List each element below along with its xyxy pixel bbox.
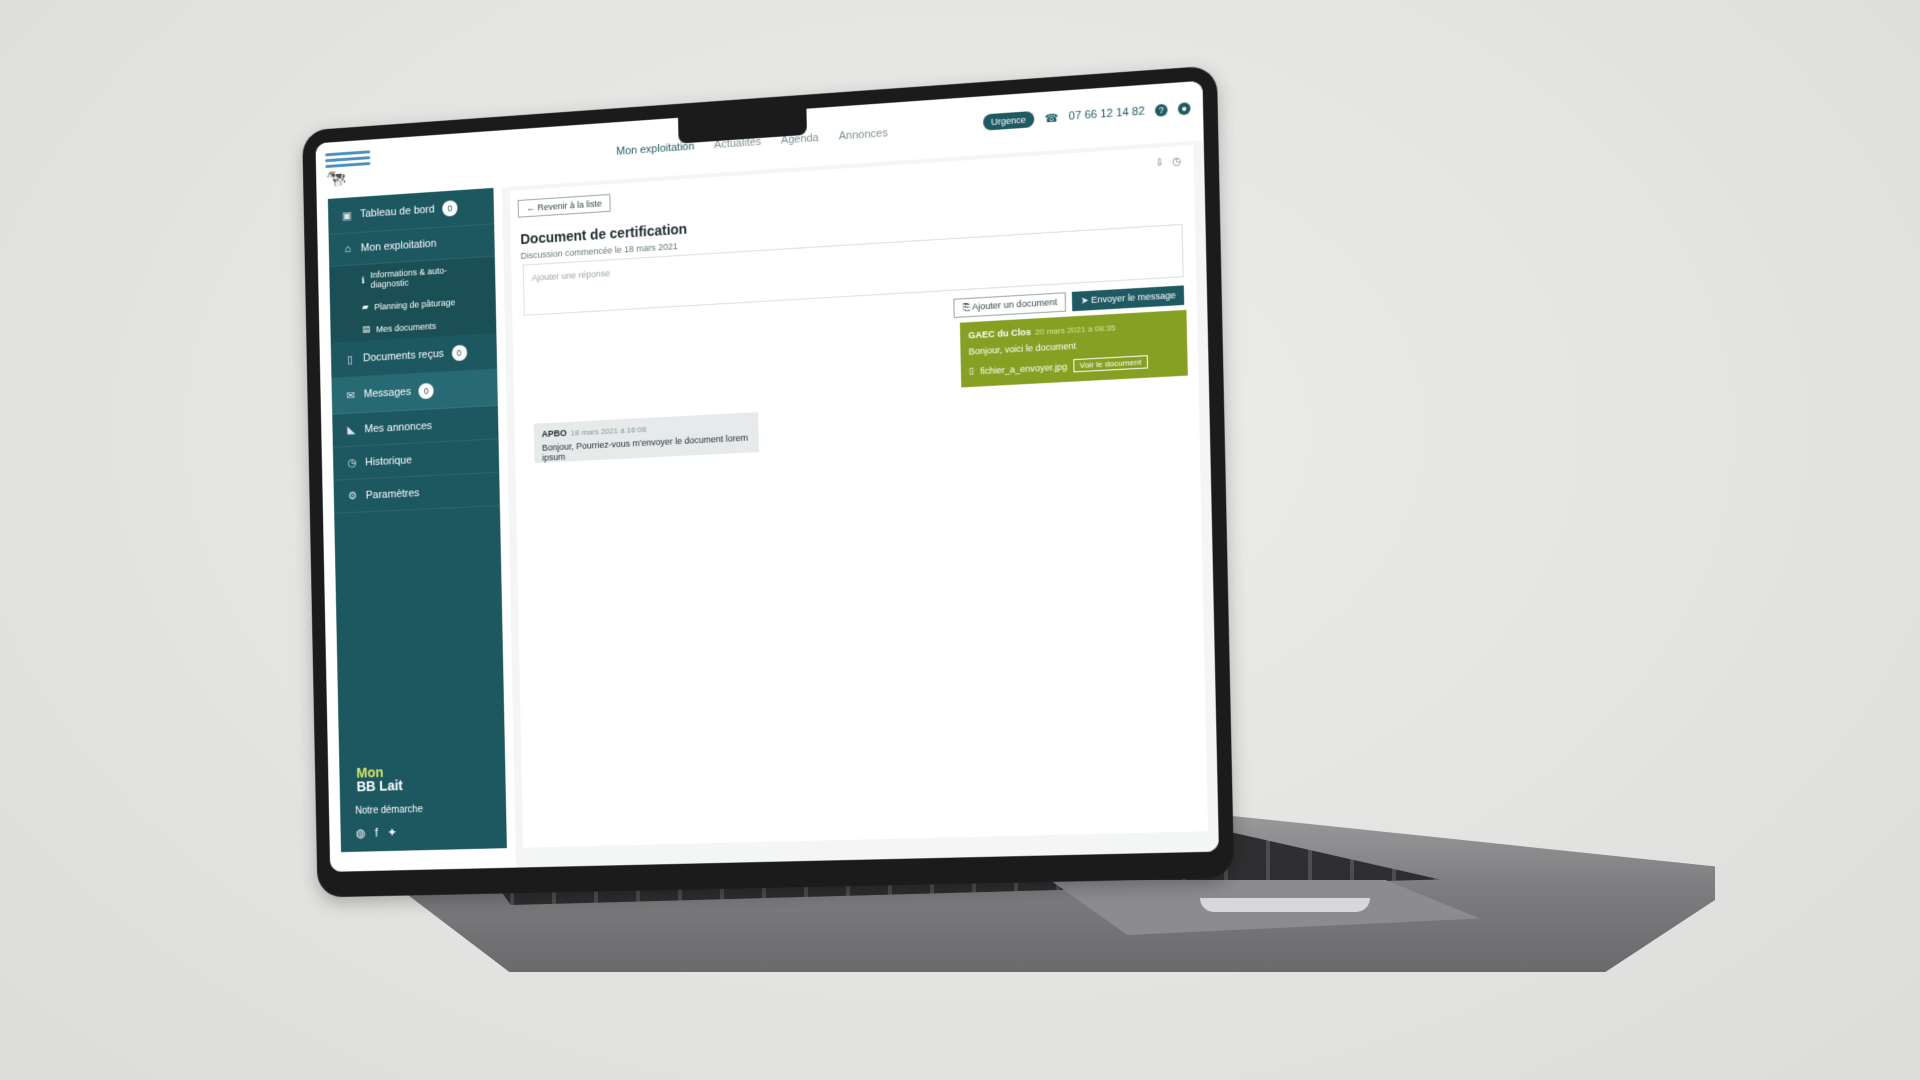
main-area: ← Revenir à la liste ⇩ ◷ Document de cer… [502,140,1219,868]
user-circle-icon[interactable]: ● [1177,102,1191,116]
mail-icon: ✉ [346,389,356,402]
send-message-button[interactable]: ➤ Envoyer le message [1072,285,1185,312]
count-badge: 0 [418,382,434,400]
info-icon: ℹ [361,274,365,285]
sidebar-item-label: Mes annonces [364,419,433,435]
add-document-label: Ajouter un document [972,296,1058,312]
phone-icon: ☎ [1044,111,1059,125]
message-bubble-sent: GAEC du Clos 20 mars 2021 à 08:35 Bonjour… [959,309,1188,388]
view-document-button[interactable]: Voir le document [1073,355,1148,373]
app-logo[interactable]: 🐄 [325,147,371,191]
gear-icon: ⚙ [347,490,358,503]
facebook-icon[interactable]: f [375,826,378,840]
farm-icon: ⌂ [344,243,351,256]
card-tools: ⇩ ◷ [1155,156,1181,169]
topbar-right: Urgence ☎ 07 66 12 14 82 ? ● [982,100,1191,131]
sidebar-item-label: Paramètres [365,486,420,502]
nav-annonces[interactable]: Annonces [839,127,888,142]
notre-demarche-link[interactable]: Notre démarche [355,804,423,817]
image-icon: ▤ [362,323,371,335]
urgence-button[interactable]: Urgence [982,110,1035,131]
cow-icon: ▰ [361,301,369,312]
sidebar-subitem-label: Informations & auto-diagnostic [370,265,447,290]
back-to-list-button[interactable]: ← Revenir à la liste [517,193,611,218]
message-author: APBO [541,427,567,440]
dashboard-icon: ▣ [341,209,352,222]
phone-number[interactable]: 07 66 12 14 82 [1069,105,1145,122]
sidebar-item-parametres[interactable]: ⚙ Paramètres [333,472,500,514]
sidebar-item-label: Messages [363,386,412,401]
count-badge: 0 [451,344,467,362]
message-author: GAEC du Clos [968,326,1032,341]
laptop-screen: 🐄 Mon exploitation Actualités Agenda Ann… [315,80,1219,872]
question-circle-icon[interactable]: ? [1154,103,1168,117]
file-icon: ▯ [968,365,975,376]
sidebar-item-label: Tableau de bord [359,203,435,221]
send-message-label: Envoyer le message [1090,289,1176,306]
globe-icon[interactable]: ◍ [356,826,366,840]
back-label: Revenir à la liste [537,198,602,213]
scene: 🐄 Mon exploitation Actualités Agenda Ann… [0,0,1920,1080]
nav-mon-exploitation[interactable]: Mon exploitation [616,141,694,158]
sidebar-subitem-label: Mes documents [375,320,437,334]
twitter-icon[interactable]: ✦ [387,825,397,839]
sidebar-item-label: Historique [364,453,412,468]
message-bubble-received: APBO 18 mars 2021 à 16:08 Bonjour, Pourri… [533,412,759,464]
add-document-button[interactable]: ⎘ Ajouter un document [953,292,1067,318]
brand-line2: BB Lait [356,777,403,795]
clock-icon: ◷ [347,457,357,470]
sidebar-item-label: Documents reçus [362,347,445,365]
count-badge: 0 [442,200,458,217]
megaphone-icon: ◣ [347,424,356,437]
message-time: 18 mars 2021 à 16:08 [570,424,647,438]
message-time: 20 mars 2021 à 08:35 [1035,323,1116,337]
attachment-filename[interactable]: fichier_a_envoyer.jpg [980,361,1067,376]
download-icon[interactable]: ⇩ [1155,157,1164,169]
sidebar: ▣ Tableau de bord 0 ⌂ Mon exploitation ℹ… [327,187,507,853]
conversation-card: ← Revenir à la liste ⇩ ◷ Document de cer… [509,145,1209,848]
laptop-lid: 🐄 Mon exploitation Actualités Agenda Ann… [302,65,1235,898]
sidebar-item-label: Mon exploitation [360,237,437,255]
document-icon: ▯ [346,353,353,366]
history-icon[interactable]: ◷ [1172,156,1181,168]
attachment-row: ▯ fichier_a_envoyer.jpg Voir le document [969,353,1179,377]
social-links: ◍ f ✦ [356,825,398,840]
brand-logo: Mon BB Lait [356,764,403,795]
sidebar-subitem-label: Planning de pâturage [374,296,456,312]
laptop-front-notch [1200,898,1370,912]
